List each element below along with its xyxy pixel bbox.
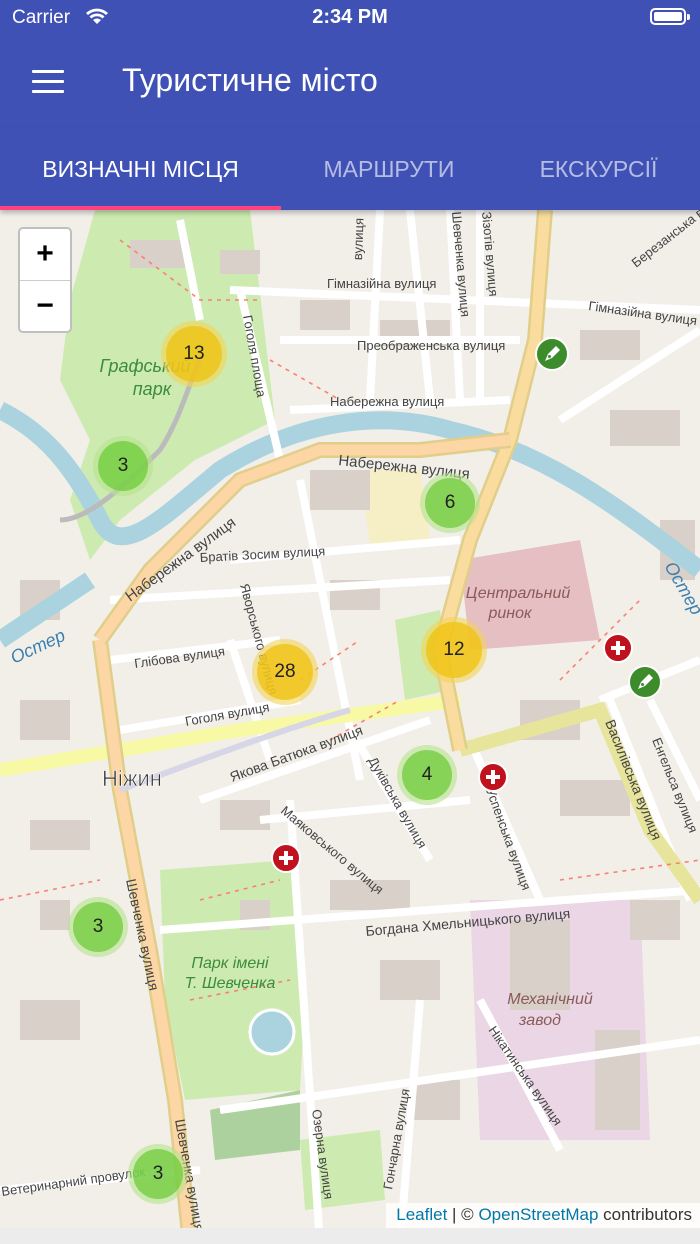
street-label: Набережна вулиця: [330, 394, 444, 409]
poi-label: ринок: [487, 605, 533, 622]
cluster-count: 4: [402, 750, 452, 800]
park-label: Парк імені: [191, 955, 269, 972]
street-label: Березанська вулиця: [629, 210, 700, 270]
leaflet-link[interactable]: Leaflet: [396, 1205, 447, 1224]
attribution-separator: | ©: [447, 1205, 479, 1224]
cluster-count: 3: [73, 902, 123, 952]
street-label: Шевченка вулиця: [123, 877, 162, 992]
medical-cross-icon[interactable]: [603, 633, 633, 663]
clock: 2:34 PM: [312, 6, 388, 28]
hamburger-menu-icon[interactable]: [22, 62, 74, 102]
marker-cluster[interactable]: 3: [68, 897, 128, 957]
poi-label: Центральний: [466, 585, 571, 602]
app-bar: Туристичне місто: [0, 36, 700, 128]
marker-cluster[interactable]: 12: [421, 617, 487, 683]
cluster-count: 12: [426, 622, 482, 678]
map-attribution: Leaflet | © OpenStreetMap contributors: [386, 1203, 700, 1228]
battery-icon: [650, 8, 690, 25]
art-pen-icon[interactable]: [628, 665, 662, 699]
cluster-count: 3: [133, 1149, 183, 1199]
tab-landmarks[interactable]: ВИЗНАЧНІ МІСЦЯ: [0, 128, 281, 210]
tab-excursions[interactable]: ЕКСКУРСІЇ: [497, 128, 700, 210]
art-pen-icon[interactable]: [535, 337, 569, 371]
marker-cluster[interactable]: 4: [397, 745, 457, 805]
poi-label: завод: [518, 1012, 561, 1029]
cluster-count: 6: [425, 478, 475, 528]
marker-cluster[interactable]: 13: [161, 321, 227, 387]
tab-bar: ВИЗНАЧНІ МІСЦЯ МАРШРУТИ ЕКСКУРСІЇ: [0, 128, 700, 210]
tab-indicator: [0, 206, 281, 210]
marker-cluster[interactable]: 3: [93, 436, 153, 496]
app-title: Туристичне місто: [122, 62, 378, 98]
bottom-bar: [0, 1228, 700, 1244]
street-label: Преображенська вулиця: [357, 338, 505, 353]
map-view[interactable]: Гімназійна вулиця Гімназійна вулиця Прео…: [0, 210, 700, 1244]
street-label: Успенська вулиця: [483, 786, 534, 892]
map-tiles: Гімназійна вулиця Гімназійна вулиця Прео…: [0, 210, 700, 1244]
street-label: Гімназійна вулиця: [588, 298, 698, 328]
status-bar: Carrier 2:34 PM: [0, 0, 700, 36]
medical-cross-icon[interactable]: [271, 843, 301, 873]
park-label: Т. Шевченка: [185, 975, 276, 992]
cluster-count: 13: [166, 326, 222, 382]
street-label: Братів Зосим вулиця: [199, 543, 325, 565]
marker-cluster[interactable]: 28: [252, 639, 318, 705]
zoom-out-button[interactable]: −: [20, 281, 70, 331]
openstreetmap-link[interactable]: OpenStreetMap: [478, 1205, 598, 1224]
zoom-control: + −: [18, 227, 72, 333]
park-label: парк: [133, 379, 173, 399]
marker-cluster[interactable]: 3: [128, 1144, 188, 1204]
cluster-count: 3: [98, 441, 148, 491]
street-label: вулиця: [350, 218, 366, 261]
zoom-in-button[interactable]: +: [20, 229, 70, 279]
city-label: Ніжин: [102, 766, 162, 791]
medical-cross-icon[interactable]: [478, 762, 508, 792]
marker-cluster[interactable]: 6: [420, 473, 480, 533]
attribution-suffix: contributors: [598, 1205, 692, 1224]
street-label: Гімназійна вулиця: [327, 276, 436, 291]
street-label: Ветеринарний провулок: [0, 1164, 146, 1199]
street-label: Василівська вулиця: [602, 717, 665, 842]
street-label: Глібова вулиця: [133, 643, 225, 671]
tab-routes[interactable]: МАРШРУТИ: [281, 128, 497, 210]
cluster-count: 28: [257, 644, 313, 700]
poi-label: Механічний: [507, 991, 593, 1008]
